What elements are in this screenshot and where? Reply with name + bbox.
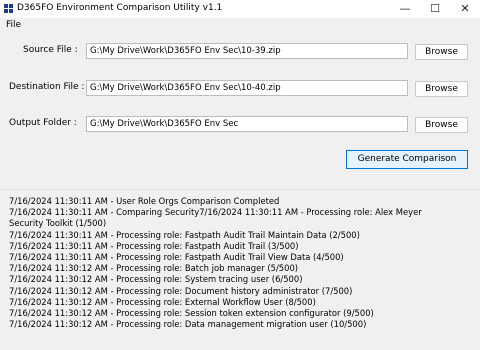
menu-bar: File <box>0 18 480 33</box>
source-file-input[interactable]: G:\My Drive\Work\D365FO Env Sec\10-39.zi… <box>86 43 408 59</box>
output-folder-label: Output Folder : <box>9 118 77 128</box>
generate-comparison-button[interactable]: Generate Comparison <box>346 150 468 169</box>
log-line: 7/16/2024 11:30:12 AM - Processing role:… <box>9 308 374 319</box>
source-browse-button[interactable]: Browse <box>415 44 468 60</box>
log-line: 7/16/2024 11:30:11 AM - User Role Orgs C… <box>9 196 280 206</box>
app-grid-icon <box>4 4 13 13</box>
log-line: 7/16/2024 11:30:11 AM - Processing role:… <box>9 240 299 251</box>
maximize-button[interactable]: ☐ <box>420 0 450 18</box>
output-browse-button[interactable]: Browse <box>415 117 468 133</box>
destination-file-label: Destination File : <box>9 82 85 92</box>
destination-browse-button[interactable]: Browse <box>415 81 468 97</box>
log-line: 7/16/2024 11:30:11 AM - Processing role:… <box>9 229 360 240</box>
log-line: 7/16/2024 11:30:12 AM - Processing role:… <box>9 285 353 296</box>
log-line: 7/16/2024 11:30:12 AM - Processing role:… <box>9 263 299 274</box>
window-title: D365FO Environment Comparison Utility v1… <box>17 3 223 13</box>
source-file-label: Source File : <box>23 45 78 55</box>
log-line: 7/16/2024 11:30:12 AM - Processing role:… <box>9 319 367 330</box>
log-line: 7/16/2024 11:30:11 AM - Comparing Securi… <box>9 207 422 218</box>
output-folder-input[interactable]: G:\My Drive\Work\D365FO Env Sec <box>86 116 408 132</box>
destination-file-input[interactable]: G:\My Drive\Work\D365FO Env Sec\10-40.zi… <box>86 80 408 96</box>
close-button[interactable]: ✕ <box>450 0 480 18</box>
menu-file[interactable]: File <box>6 19 21 31</box>
title-bar: D365FO Environment Comparison Utility v1… <box>0 0 480 18</box>
log-line: 7/16/2024 11:30:11 AM - Processing role:… <box>9 252 344 263</box>
log-line: 7/16/2024 11:30:12 AM - Processing role:… <box>9 296 316 307</box>
log-output[interactable]: 7/16/2024 11:30:11 AM - User Role Orgs C… <box>0 189 480 350</box>
log-line: Security Toolkit (1/500) <box>9 218 107 229</box>
log-line: 7/16/2024 11:30:12 AM - Processing role:… <box>9 274 303 285</box>
minimize-button[interactable]: — <box>390 0 420 18</box>
